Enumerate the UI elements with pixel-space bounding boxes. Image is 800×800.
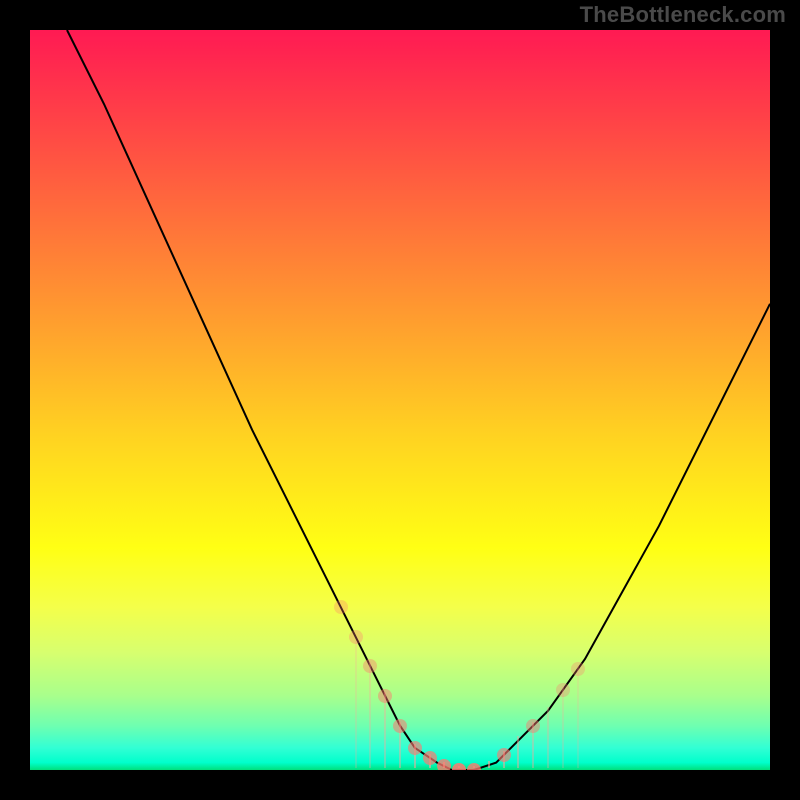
curve-marker (497, 748, 511, 762)
curve-marker (408, 741, 422, 755)
chart-frame: TheBottleneck.com (0, 0, 800, 800)
curve-marker (526, 719, 540, 733)
plot-area (30, 30, 770, 770)
tick-mark (369, 662, 371, 768)
tick-mark (488, 761, 490, 768)
curve-marker (467, 763, 481, 770)
curve-marker (393, 719, 407, 733)
tick-mark (577, 665, 579, 768)
curve-marker (423, 751, 437, 765)
tick-mark (517, 736, 519, 768)
tick-mark (355, 641, 357, 768)
curve-marker (363, 659, 377, 673)
curve-marker (334, 600, 348, 614)
curve-marker (452, 763, 466, 770)
curve-marker (349, 630, 363, 644)
curve-marker (571, 662, 585, 676)
tick-mark (562, 686, 564, 768)
curve-marker (556, 683, 570, 697)
curve-marker (437, 759, 451, 770)
curve-marker (378, 689, 392, 703)
tick-layer (30, 30, 770, 770)
tick-mark (547, 707, 549, 768)
watermark-text: TheBottleneck.com (580, 2, 786, 28)
tick-mark (384, 692, 386, 768)
